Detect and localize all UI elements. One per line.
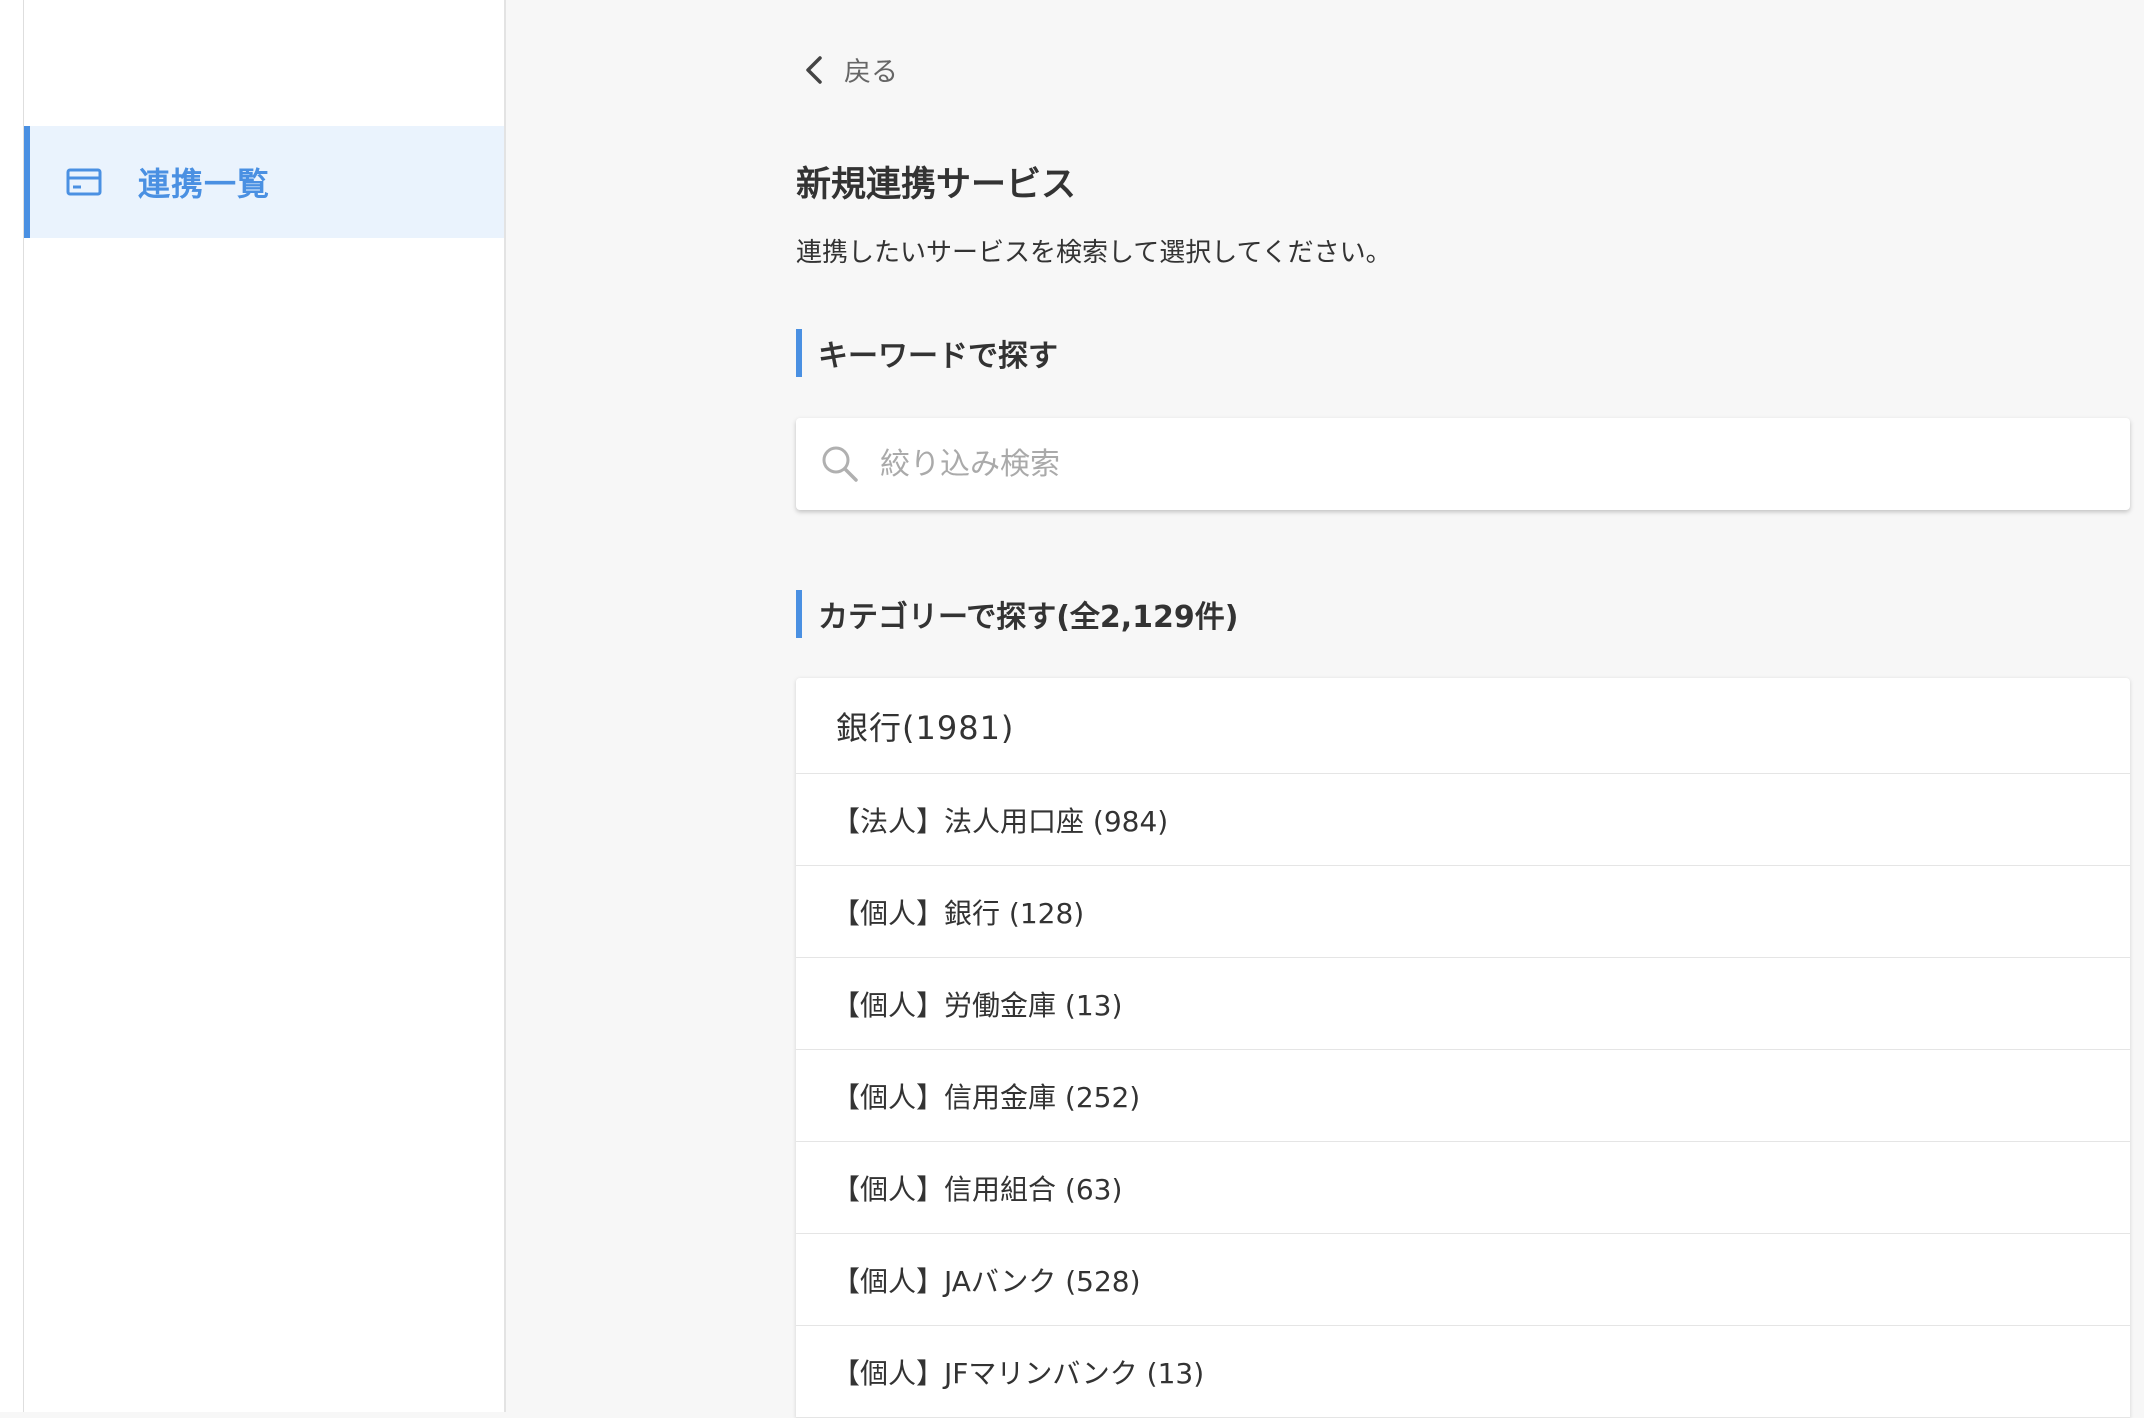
sidebar-item-label: 連携一覧 — [138, 165, 271, 203]
chevron-left-icon — [804, 52, 828, 88]
back-label: 戻る — [844, 57, 898, 88]
category-item-shinkin-bank[interactable]: 【個人】信用金庫 (252) — [796, 1050, 2130, 1142]
category-card: 銀行(1981) 【法人】法人用口座 (984) 【個人】銀行 (128) 【個… — [796, 678, 2130, 1418]
page-description: 連携したいサービスを検索して選択してください。 — [796, 238, 1392, 268]
back-link[interactable]: 戻る — [804, 50, 898, 89]
left-gutter — [0, 0, 24, 1412]
search-box[interactable] — [796, 418, 2130, 510]
search-input[interactable] — [878, 445, 2082, 483]
category-item-ja-bank[interactable]: 【個人】JAバンク (528) — [796, 1234, 2130, 1326]
category-item-corporate-account[interactable]: 【法人】法人用口座 (984) — [796, 774, 2130, 866]
page-title: 新規連携サービス — [796, 165, 1077, 205]
category-section-heading: カテゴリーで探す(全2,129件) — [796, 590, 1239, 638]
search-icon — [820, 442, 864, 486]
sidebar: 連携一覧 — [24, 0, 506, 1412]
keyword-section-heading: キーワードで探す — [796, 329, 1058, 377]
category-item-personal-bank[interactable]: 【個人】銀行 (128) — [796, 866, 2130, 958]
sidebar-item-integrations[interactable]: 連携一覧 — [24, 126, 504, 238]
category-item-jf-marine-bank[interactable]: 【個人】JFマリンバンク (13) — [796, 1326, 2130, 1418]
category-item-credit-union[interactable]: 【個人】信用組合 (63) — [796, 1142, 2130, 1234]
category-group-title: 銀行(1981) — [796, 678, 2130, 774]
category-item-labor-bank[interactable]: 【個人】労働金庫 (13) — [796, 958, 2130, 1050]
card-icon — [64, 162, 104, 202]
